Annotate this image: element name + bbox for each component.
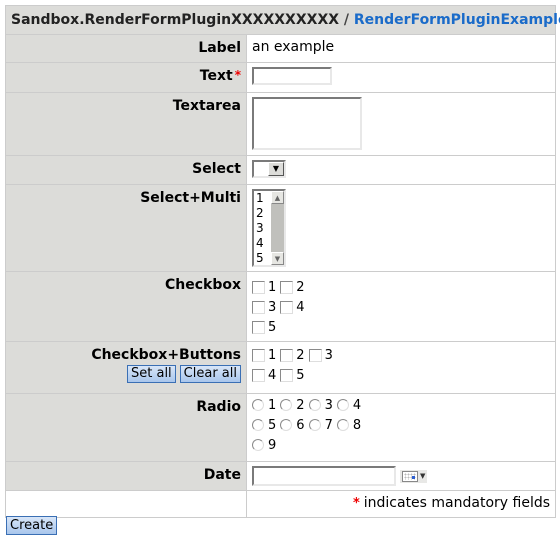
radio-button[interactable]	[308, 399, 321, 411]
mandatory-note: * indicates mandatory fields	[245, 490, 557, 518]
checkbox-label: 5	[268, 319, 277, 335]
row-footer: * indicates mandatory fields	[5, 490, 557, 518]
checkbox[interactable]	[252, 300, 265, 314]
checkbox[interactable]	[252, 348, 265, 362]
field-label-date: Date	[5, 461, 247, 491]
row-select-multi: Select+Multi 1 2 3 4 5 ▲ ▼	[5, 184, 557, 272]
dropdown-arrow-icon[interactable]: ▼	[268, 162, 284, 176]
row-checkbox: Checkbox 1 2 3 4 5	[5, 271, 557, 342]
multi-select-option[interactable]: 3	[256, 221, 271, 236]
scroll-down-icon[interactable]: ▼	[271, 252, 284, 265]
checkbox[interactable]	[252, 320, 265, 334]
required-marker: *	[234, 68, 241, 82]
radio-label: 4	[352, 397, 362, 413]
field-label-text: Text *	[5, 62, 247, 93]
multi-select-option[interactable]: 4	[256, 236, 271, 251]
row-date: Date ▼	[5, 461, 557, 491]
checkbox[interactable]	[308, 348, 322, 362]
multi-select-option[interactable]: 1	[256, 191, 271, 206]
scrollbar[interactable]: ▲ ▼	[271, 191, 284, 265]
checkbox-buttons-label: Checkbox+Buttons	[91, 347, 241, 363]
title-separator: /	[343, 12, 350, 28]
multi-select-list[interactable]: 1 2 3 4 5 ▲ ▼	[252, 189, 286, 267]
text-input[interactable]	[252, 67, 332, 85]
row-radio: Radio 1 2 3 4 5 6 7 8 9	[5, 393, 557, 462]
row-text: Text *	[5, 62, 557, 93]
radio-button[interactable]	[252, 419, 264, 431]
field-label-radio: Radio	[5, 393, 247, 462]
checkbox-label: 4	[296, 299, 305, 315]
checkbox-label: 4	[268, 367, 277, 383]
radio-button[interactable]	[280, 419, 293, 431]
field-label-select: Select	[5, 155, 247, 185]
mandatory-note-text: indicates mandatory fields	[363, 495, 551, 511]
calendar-icon	[402, 470, 418, 482]
field-label-checkbox-buttons: Checkbox+Buttons Set all Clear all	[5, 341, 247, 394]
row-textarea: Textarea	[5, 92, 557, 156]
radio-label: 6	[296, 417, 305, 433]
checkbox[interactable]	[280, 368, 294, 382]
date-input[interactable]	[252, 466, 396, 486]
dropdown-arrow-icon: ▼	[420, 472, 426, 480]
radio-button[interactable]	[336, 399, 349, 411]
clear-all-button[interactable]: Clear all	[179, 365, 241, 383]
radio-button[interactable]	[280, 399, 293, 411]
checkbox-label: 2	[296, 347, 305, 363]
radio-label: 5	[268, 417, 277, 433]
radio-button[interactable]	[252, 399, 264, 411]
form-header-row: Sandbox.RenderFormPluginXXXXXXXXXX / Ren…	[4, 5, 560, 35]
scroll-up-icon[interactable]: ▲	[271, 191, 284, 204]
form-title: Sandbox.RenderFormPluginXXXXXXXXXX / Ren…	[4, 5, 560, 35]
text-label: Text	[199, 68, 233, 84]
radio-button[interactable]	[308, 419, 321, 431]
radio-label: 8	[352, 417, 362, 433]
checkbox[interactable]	[252, 280, 265, 294]
radio-label: 3	[324, 397, 333, 413]
select-value	[254, 162, 268, 176]
required-marker: *	[352, 496, 360, 511]
radio-button[interactable]	[252, 439, 264, 451]
select-dropdown[interactable]: ▼	[252, 160, 286, 178]
checkbox[interactable]	[280, 348, 294, 362]
checkbox-label: 5	[296, 367, 305, 383]
topic-link[interactable]: RenderFormPluginExampleForm	[354, 12, 560, 28]
multi-select-option[interactable]: 5	[256, 251, 271, 266]
create-button[interactable]: Create	[6, 516, 58, 535]
radio-label: 9	[268, 437, 277, 453]
checkbox-label: 1	[268, 279, 277, 295]
row-label: Label an example	[5, 34, 557, 63]
checkbox[interactable]	[280, 300, 294, 314]
radio-label: 7	[324, 417, 333, 433]
radio-button[interactable]	[336, 419, 349, 431]
checkbox-label: 3	[268, 299, 277, 315]
radio-label: 2	[296, 397, 305, 413]
calendar-button[interactable]: ▼	[400, 469, 428, 483]
checkbox-label: 2	[296, 279, 305, 295]
web-name: Sandbox.RenderFormPluginXXXXXXXXXX	[11, 12, 340, 28]
multi-select-option[interactable]: 2	[256, 206, 271, 221]
row-select: Select ▼	[5, 155, 557, 185]
row-checkbox-buttons: Checkbox+Buttons Set all Clear all 1 2 3…	[5, 341, 557, 394]
label-value: an example	[252, 39, 335, 55]
field-label-checkbox: Checkbox	[5, 271, 247, 342]
field-label-select-multi: Select+Multi	[5, 184, 247, 272]
field-label-textarea: Textarea	[5, 92, 247, 156]
radio-label: 1	[268, 397, 277, 413]
field-label-label: Label	[5, 34, 247, 63]
checkbox[interactable]	[280, 280, 294, 294]
form-table: Sandbox.RenderFormPluginXXXXXXXXXX / Ren…	[4, 5, 560, 518]
textarea-input[interactable]	[252, 97, 362, 150]
set-all-button[interactable]: Set all	[127, 365, 176, 383]
checkbox-label: 1	[268, 347, 277, 363]
checkbox-label: 3	[324, 347, 333, 363]
checkbox[interactable]	[252, 368, 265, 382]
